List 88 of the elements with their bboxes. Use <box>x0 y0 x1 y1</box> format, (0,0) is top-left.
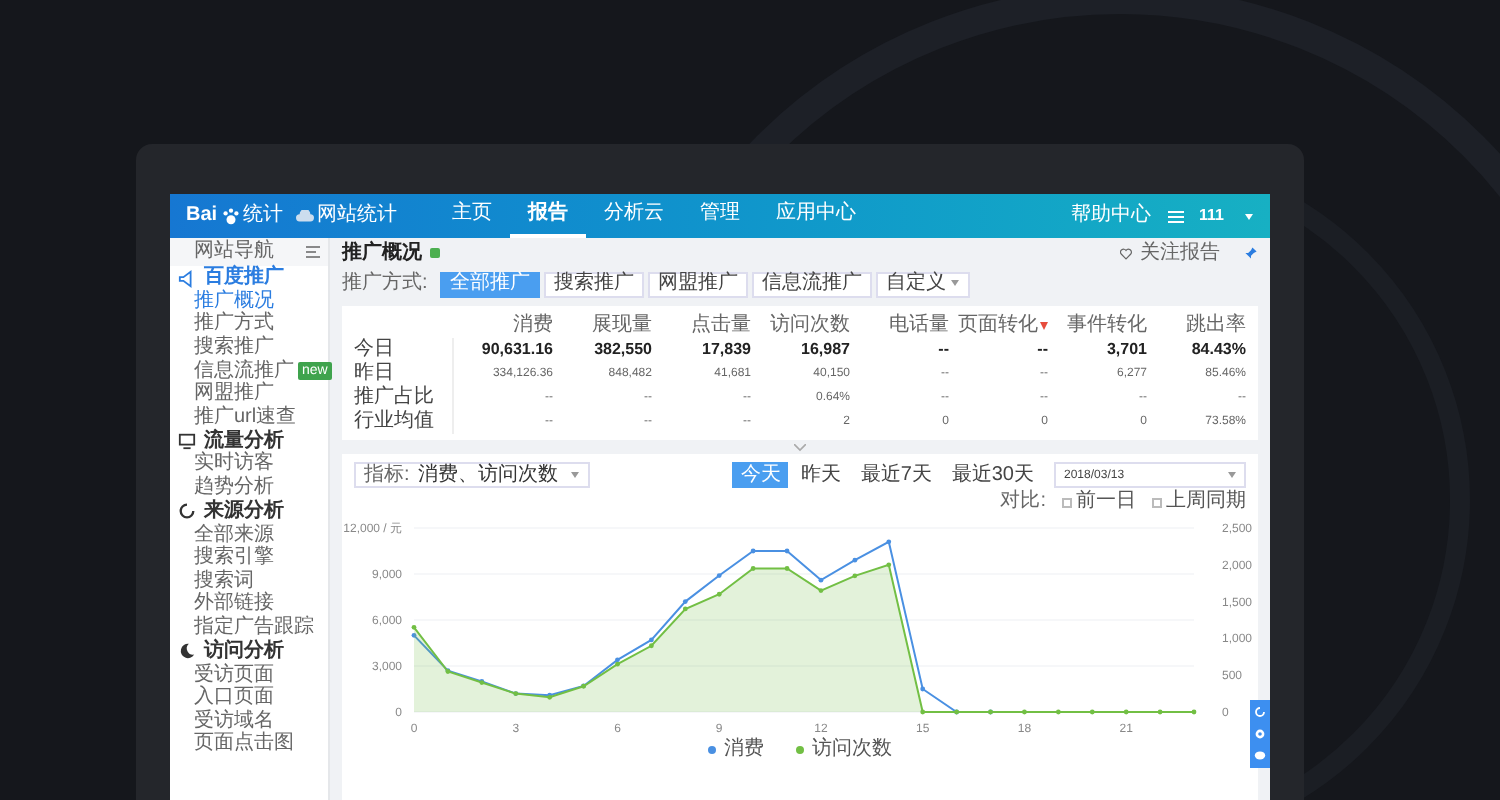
caret-icon <box>569 472 580 478</box>
product-name: 网站统计 <box>317 206 398 226</box>
logo-text: Bai <box>186 206 218 226</box>
sidebar-item[interactable]: 页面点击图 <box>194 734 294 755</box>
chat-icon[interactable] <box>1254 750 1266 762</box>
sidebar-item[interactable]: 推广url速查 <box>194 407 297 428</box>
column-header: 事件转化 <box>1067 315 1147 335</box>
sidebar-section[interactable]: 百度推广 <box>204 268 284 288</box>
list-icon[interactable] <box>1167 209 1184 223</box>
sidebar-item[interactable]: 指定广告跟踪 <box>194 617 314 638</box>
sidebar-item[interactable]: 推广概况 <box>194 291 274 312</box>
sidebar-title: 网站导航 <box>194 242 274 262</box>
column-header: 访问次数 <box>770 315 850 335</box>
sidebar-item[interactable]: 信息流推广 <box>194 361 294 382</box>
filter-label: 推广方式: <box>342 274 428 294</box>
filter-button[interactable]: 信息流推广 <box>751 271 872 297</box>
sidebar-section[interactable]: 访问分析 <box>204 641 284 662</box>
row-label: 昨日 <box>354 362 454 386</box>
sidebar-item[interactable]: 搜索引擎 <box>194 548 274 569</box>
pin-icon[interactable] <box>1244 246 1258 260</box>
refresh-icon <box>178 502 196 521</box>
row-label: 今日 <box>354 338 454 362</box>
column-header: 页面转化 <box>958 315 1038 335</box>
nav-tab[interactable]: 报告 <box>510 194 586 238</box>
checkbox-label[interactable]: 前一日 <box>1076 492 1136 512</box>
filter-button[interactable]: 网盟推广 <box>647 271 748 297</box>
caret-icon <box>1244 213 1254 219</box>
row-label: 行业均值 <box>354 410 454 434</box>
paw-icon <box>221 207 240 225</box>
compare-label: 对比: <box>1000 492 1046 512</box>
range-tab[interactable]: 昨天 <box>792 462 849 488</box>
metric-select[interactable]: 指标: 消费、访问次数 <box>354 462 590 488</box>
range-tab[interactable]: 最近7天 <box>852 462 940 488</box>
checkbox-label[interactable]: 上周同期 <box>1166 492 1246 512</box>
column-header: 点击量 <box>691 315 751 335</box>
table-cell-text: 90,631.16 <box>479 338 553 362</box>
sidebar-item[interactable]: 受访页面 <box>194 665 274 686</box>
follow-link[interactable]: 关注报告 <box>1140 243 1220 263</box>
row-label: 推广占比 <box>354 386 454 410</box>
column-header: 展现量 <box>592 315 652 335</box>
status-icon <box>430 248 440 258</box>
filter-icon <box>1040 321 1048 329</box>
sidebar-section[interactable]: 来源分析 <box>204 501 284 522</box>
table-cell-text: 16,987 <box>799 338 850 362</box>
menu-icon[interactable] <box>306 246 320 258</box>
logo-text: 统计 <box>243 206 284 226</box>
page-title: 推广概况 <box>342 243 422 263</box>
sidebar-item[interactable]: 网盟推广 <box>194 384 274 405</box>
caret-icon <box>1228 472 1236 478</box>
sidebar-item[interactable]: 搜索推广 <box>194 337 274 358</box>
sidebar-item[interactable]: 受访域名 <box>194 711 274 732</box>
sidebar-item[interactable]: 全部来源 <box>194 525 274 546</box>
column-header: 电话量 <box>889 315 949 335</box>
sidebar-item[interactable]: 推广方式 <box>194 314 274 335</box>
nav-tab[interactable]: 管理 <box>682 194 758 238</box>
cloud-icon <box>295 210 314 222</box>
checkbox[interactable] <box>1062 497 1072 507</box>
heart-icon[interactable] <box>1120 247 1132 259</box>
sidebar-item[interactable]: 搜索词 <box>194 571 254 592</box>
moon-icon <box>178 642 196 661</box>
sidebar-item[interactable]: 实时访客 <box>194 454 274 475</box>
table-cell-text: 17,839 <box>700 338 751 362</box>
megaphone-icon <box>178 269 196 287</box>
sidebar-section[interactable]: 流量分析 <box>204 431 284 452</box>
table-cell-text: 84.43% <box>1189 338 1246 362</box>
sidebar-item[interactable]: 外部链接 <box>194 594 274 615</box>
checkbox[interactable] <box>1152 497 1162 507</box>
legend-label[interactable]: 访问次数 <box>812 740 892 760</box>
table-cell-text: -- <box>1035 338 1048 362</box>
nav-tab[interactable]: 分析云 <box>586 194 682 238</box>
sidebar-item[interactable]: 入口页面 <box>194 688 274 709</box>
caret-icon <box>949 279 960 286</box>
filter-button[interactable]: 自定义 <box>875 271 970 297</box>
table-cell-text: 382,550 <box>592 338 652 362</box>
table-cell-text: 3,701 <box>1104 338 1147 362</box>
refresh-icon[interactable] <box>1254 706 1266 718</box>
gear-icon[interactable] <box>1254 728 1266 740</box>
column-header: 跳出率 <box>1186 315 1246 335</box>
column-header: 消费 <box>513 315 553 335</box>
table-cell-text: -- <box>936 338 949 362</box>
nav-tab[interactable]: 主页 <box>434 194 510 238</box>
monitor-icon <box>178 432 196 451</box>
range-tab[interactable]: 最近30天 <box>943 462 1042 488</box>
filter-button[interactable]: 搜索推广 <box>543 271 644 297</box>
nav-tab[interactable]: 应用中心 <box>758 194 874 238</box>
legend-label[interactable]: 消费 <box>724 740 764 760</box>
chevron-down-icon[interactable] <box>794 443 806 451</box>
sidebar-item[interactable]: 趋势分析 <box>194 477 274 498</box>
